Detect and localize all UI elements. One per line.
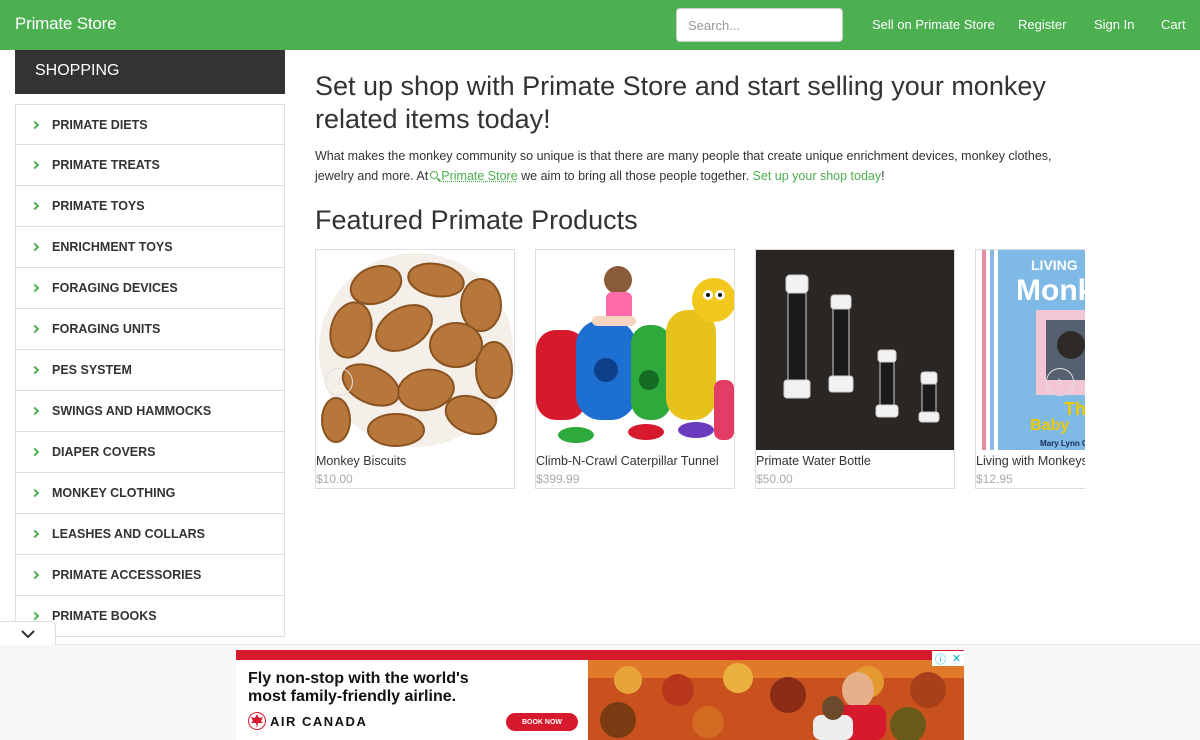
product-card[interactable]: LIVING Monk Th Baby Mary Lynn C Living w… [975, 249, 1085, 489]
top-navbar: Primate Store Sell on Primate Store Regi… [0, 0, 1200, 50]
ad-headline: Fly non-stop with the world's most famil… [248, 670, 469, 705]
chevron-right-icon [30, 283, 40, 293]
category-list: PRIMATE DIETS PRIMATE TREATS PRIMATE TOY… [15, 104, 285, 637]
sidebar-item-swings-and-hammocks[interactable]: SWINGS AND HAMMOCKS [15, 391, 285, 432]
biscuits-image [316, 250, 514, 450]
chevron-down-icon [20, 629, 35, 638]
water-bottle-image [756, 250, 954, 450]
chevron-right-icon [30, 570, 40, 580]
setup-shop-link[interactable]: Set up your shop today [753, 169, 882, 183]
featured-title: Featured Primate Products [315, 205, 638, 235]
close-icon: ✕ [951, 653, 962, 665]
info-icon: ⓘ [934, 653, 946, 666]
sidebar-item-diaper-covers[interactable]: DIAPER COVERS [15, 432, 285, 473]
search-icon [430, 171, 439, 179]
book-cover-image: LIVING Monk Th Baby Mary Lynn C [976, 250, 1085, 450]
chevron-left-icon: ‹ [336, 373, 342, 390]
product-price: $10.00 [316, 472, 353, 486]
book-cover-author: Mary Lynn C [1040, 439, 1085, 448]
sidebar-item-label: PES SYSTEM [52, 363, 132, 377]
chevron-right-icon [30, 365, 40, 375]
caterpillar-tunnel-image [536, 250, 734, 450]
sidebar-item-label: PRIMATE TOYS [52, 199, 145, 213]
ad-choices-button[interactable]: ⓘ ✕ [932, 651, 964, 666]
chevron-right-icon [30, 201, 40, 211]
chevron-right-icon [30, 406, 40, 416]
sidebar-item-label: LEASHES AND COLLARS [52, 527, 206, 541]
sidebar-item-label: FORAGING DEVICES [52, 281, 178, 295]
autumn-forest-photo [588, 660, 964, 740]
ad-collapse-button[interactable] [0, 621, 56, 645]
sidebar-item-foraging-devices[interactable]: FORAGING DEVICES [15, 268, 285, 309]
product-name: Living with Monkeys [976, 454, 1085, 468]
product-price: $12.95 [976, 472, 1013, 486]
sidebar-item-leashes-and-collars[interactable]: LEASHES AND COLLARS [15, 514, 285, 555]
sidebar-item-pes-system[interactable]: PES SYSTEM [15, 350, 285, 391]
sidebar-item-label: FORAGING UNITS [52, 322, 161, 336]
intro-text-2: we aim to bring all those people togethe… [517, 169, 753, 183]
brand-logo[interactable]: Primate Store [15, 14, 117, 34]
sell-link[interactable]: Sell on Primate Store [872, 17, 995, 32]
carousel-prev-button[interactable]: ‹ [325, 368, 353, 396]
advertisement-banner[interactable]: Fly non-stop with the world's most famil… [236, 650, 964, 740]
sidebar-item-label: PRIMATE TREATS [52, 158, 160, 172]
chevron-right-icon [30, 447, 40, 457]
book-cover-text-1: LIVING [1031, 257, 1078, 273]
sidebar-item-label: PRIMATE ACCESSORIES [52, 568, 202, 582]
sidebar-item-primate-accessories[interactable]: PRIMATE ACCESSORIES [15, 555, 285, 596]
product-name: Climb-N-Crawl Caterpillar Tunnel [536, 454, 719, 468]
sidebar-item-primate-diets[interactable]: PRIMATE DIETS [15, 104, 285, 145]
chevron-right-icon [30, 488, 40, 498]
sidebar-item-foraging-units[interactable]: FORAGING UNITS [15, 309, 285, 350]
product-carousel: Monkey Biscuits $10.00 Climb-N-Crawl Cat… [315, 249, 1085, 489]
product-price: $399.99 [536, 472, 580, 486]
primate-store-link[interactable]: Primate Store [441, 169, 517, 183]
product-price: $50.00 [756, 472, 793, 486]
sign-in-link[interactable]: Sign In [1094, 17, 1134, 32]
ad-brand: AIR CANADA [270, 714, 368, 729]
book-now-button[interactable]: BOOK NOW [506, 713, 578, 731]
page-title: Set up shop with Primate Store and start… [315, 71, 1046, 134]
sidebar-item-primate-treats[interactable]: PRIMATE TREATS [15, 145, 285, 186]
sidebar-item-label: ENRICHMENT TOYS [52, 240, 173, 254]
cart-link[interactable]: Cart [1161, 17, 1186, 32]
register-link[interactable]: Register [1018, 17, 1066, 32]
chevron-right-icon [30, 242, 40, 252]
chevron-right-icon [30, 160, 40, 170]
product-card[interactable]: Climb-N-Crawl Caterpillar Tunnel $399.99 [535, 249, 735, 489]
sidebar-item-label: SWINGS AND HAMMOCKS [52, 404, 212, 418]
sidebar-item-label: MONKEY CLOTHING [52, 486, 176, 500]
book-cover-text-4: Baby [1030, 417, 1069, 434]
ad-accent-bar [236, 650, 964, 660]
sidebar-item-label: DIAPER COVERS [52, 445, 156, 459]
search-input[interactable] [676, 8, 843, 42]
sidebar-item-label: PRIMATE BOOKS [52, 609, 157, 623]
chevron-right-icon [30, 611, 40, 621]
sidebar-item-monkey-clothing[interactable]: MONKEY CLOTHING [15, 473, 285, 514]
intro-end: ! [881, 169, 885, 183]
sidebar-item-enrichment-toys[interactable]: ENRICHMENT TOYS [15, 227, 285, 268]
sidebar-item-label: PRIMATE DIETS [52, 117, 148, 132]
product-name: Monkey Biscuits [316, 454, 407, 468]
intro-paragraph: What makes the monkey community so uniqu… [315, 146, 1075, 186]
book-cover-text-2: Monk [1016, 274, 1085, 307]
maple-leaf-icon [248, 712, 266, 730]
product-name: Primate Water Bottle [756, 454, 871, 468]
chevron-right-icon [30, 120, 40, 129]
product-card[interactable]: Primate Water Bottle $50.00 [755, 249, 955, 489]
chevron-right-icon [30, 324, 40, 334]
sidebar-title: SHOPPING [15, 50, 285, 94]
chevron-right-icon [30, 529, 40, 539]
carousel-next-button[interactable]: › [1046, 368, 1074, 396]
sidebar-item-primate-toys[interactable]: PRIMATE TOYS [15, 186, 285, 227]
chevron-right-icon: › [1057, 373, 1063, 390]
book-cover-text-3: Th [1064, 399, 1085, 419]
